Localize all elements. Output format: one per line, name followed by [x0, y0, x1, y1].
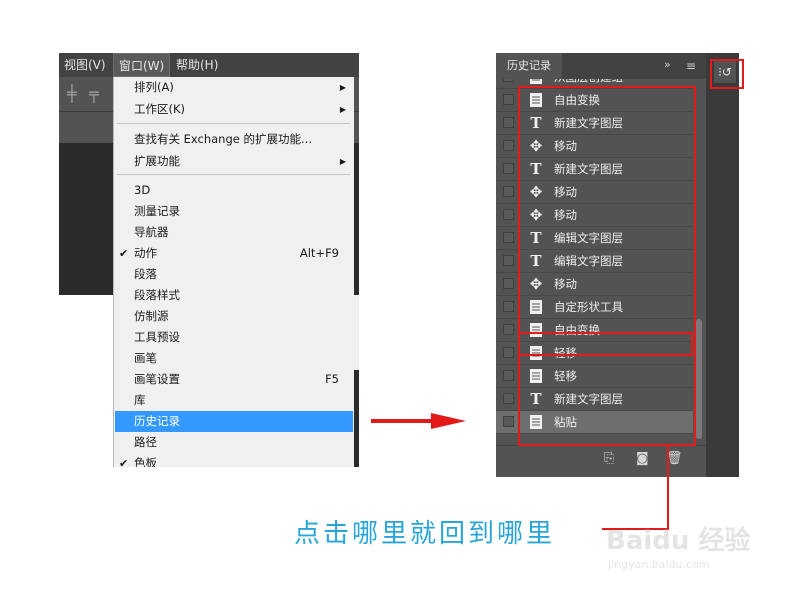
- snapshot-source-checkbox[interactable]: [503, 186, 514, 197]
- snapshot-source-checkbox[interactable]: [503, 347, 514, 358]
- menu-item-label: 段落样式: [134, 288, 180, 302]
- snapshot-source-checkbox[interactable]: [503, 94, 514, 105]
- menu-item-label: 测量记录: [134, 204, 180, 218]
- highlight-box-panel-button: [710, 59, 744, 89]
- menu-item-label: 工具预设: [134, 330, 180, 344]
- snapshot-source-checkbox[interactable]: [503, 255, 514, 266]
- snapshot-camera-icon[interactable]: ◙: [636, 451, 649, 466]
- tab-history[interactable]: 历史记录: [496, 53, 562, 79]
- scrollbar-thumb[interactable]: [696, 319, 702, 439]
- photoshop-window-menu-screenshot: 视图(V) 窗口(W) 帮助(H) ╪ ╤ 排列(A) ▶ 工作区(K) ▶ 查找有关 Ex…: [59, 53, 359, 467]
- menu-item-label: 查找有关 Exchange 的扩展功能...: [134, 132, 312, 146]
- window-dropdown-menu: 排列(A) ▶ 工作区(K) ▶ 查找有关 Exchange 的扩展功能... 扩展功能 ▶…: [113, 77, 354, 467]
- menu-item[interactable]: 导航器: [115, 222, 353, 243]
- snapshot-source-checkbox[interactable]: [503, 301, 514, 312]
- menu-item-label: 历史记录: [134, 414, 180, 428]
- panel-menu-icon[interactable]: ≡: [686, 59, 696, 73]
- snapshot-source-checkbox[interactable]: [503, 324, 514, 335]
- snapshot-source-checkbox[interactable]: [503, 232, 514, 243]
- menu-item-label: 3D: [134, 183, 151, 197]
- snapshot-source-checkbox[interactable]: [503, 79, 514, 82]
- history-scrollbar[interactable]: [695, 79, 704, 445]
- menubar-item-1[interactable]: 窗口(W): [113, 53, 171, 77]
- snapshot-source-checkbox[interactable]: [503, 393, 514, 404]
- submenu-arrow-icon: ▶: [339, 105, 346, 114]
- snapshot-source-checkbox[interactable]: [503, 209, 514, 220]
- menu-item[interactable]: 排列(A) ▶: [115, 77, 353, 98]
- menu-item-shortcut: F5: [325, 372, 339, 386]
- menu-item[interactable]: 3D: [115, 180, 353, 201]
- baidu-watermark: Baidu 经验 jingyan.baidu.com: [606, 508, 750, 578]
- menu-item-label: 工作区(K): [134, 102, 186, 116]
- workspace-dark-area: [59, 143, 113, 295]
- menu-item-label: 画笔: [134, 351, 157, 365]
- menubar-item-0[interactable]: 视图(V): [59, 53, 111, 77]
- canvas-area: [59, 295, 113, 467]
- menu-item[interactable]: 路径: [115, 432, 353, 453]
- checkmark-icon: ✔: [119, 247, 129, 260]
- snapshot-source-checkbox[interactable]: [503, 416, 514, 427]
- snapshot-source-checkbox[interactable]: [503, 278, 514, 289]
- new-document-from-state-icon[interactable]: ⎘: [604, 451, 614, 466]
- panel-header: 历史记录 » ≡: [496, 53, 706, 79]
- highlight-box-history-item: [518, 332, 693, 356]
- menu-item-label: 路径: [134, 435, 157, 449]
- menubar-item-2[interactable]: 帮助(H): [171, 53, 223, 77]
- menu-item[interactable]: 段落: [115, 264, 353, 285]
- watermark-url: jingyan.baidu.com: [608, 558, 710, 571]
- menu-item-label: 画笔设置: [134, 372, 180, 386]
- expand-panels-icon[interactable]: »: [664, 58, 671, 71]
- menu-item[interactable]: 测量记录: [115, 201, 353, 222]
- menu-item[interactable]: ✔ 动作 Alt+F9: [115, 243, 353, 264]
- menu-item[interactable]: 画笔设置 F5: [115, 369, 353, 390]
- submenu-arrow-icon: ▶: [339, 83, 346, 92]
- menu-item-label: 排列(A): [134, 80, 174, 94]
- menu-item[interactable]: 库: [115, 390, 353, 411]
- menu-item-label: 仿制源: [134, 309, 169, 323]
- snapshot-source-checkbox[interactable]: [503, 140, 514, 151]
- highlight-box-history-list: [518, 86, 696, 446]
- panel-footer: ⎘ ◙ 🗑: [496, 445, 706, 472]
- menu-separator: [117, 123, 350, 124]
- submenu-arrow-icon: ▶: [339, 157, 346, 166]
- watermark-brand: Baidu 经验: [606, 526, 751, 556]
- menu-item[interactable]: 段落样式: [115, 285, 353, 306]
- align-icon[interactable]: ╪: [67, 84, 77, 103]
- menu-item[interactable]: 仿制源: [115, 306, 353, 327]
- caption-text: 点击哪里就回到哪里: [294, 519, 556, 549]
- checkmark-icon: ✔: [119, 457, 129, 467]
- menu-item-label: 导航器: [134, 225, 169, 239]
- menu-item[interactable]: 画笔: [115, 348, 353, 369]
- snapshot-source-checkbox[interactable]: [503, 163, 514, 174]
- snapshot-source-checkbox[interactable]: [503, 370, 514, 381]
- distribute-icon[interactable]: ╤: [89, 84, 99, 103]
- menu-item-label: 库: [134, 393, 146, 407]
- menu-item-shortcut: Alt+F9: [299, 246, 339, 260]
- menu-item-label: 动作: [134, 246, 157, 260]
- menu-bar: 视图(V) 窗口(W) 帮助(H): [59, 53, 359, 77]
- menu-item[interactable]: 查找有关 Exchange 的扩展功能...: [115, 129, 353, 150]
- menu-item-label: 色板: [134, 456, 157, 467]
- menu-item-label: 段落: [134, 267, 157, 281]
- menu-item[interactable]: 工具预设: [115, 327, 353, 348]
- menu-item[interactable]: 工作区(K) ▶: [115, 99, 353, 120]
- menu-item[interactable]: ✔ 色板: [115, 453, 353, 467]
- menu-separator: [117, 174, 350, 175]
- red-arrow-icon: [371, 413, 466, 429]
- menu-item[interactable]: 扩展功能 ▶: [115, 151, 353, 172]
- snapshot-source-checkbox[interactable]: [503, 117, 514, 128]
- collapsed-panel-dock: ⁝↺: [706, 53, 739, 477]
- menu-item-label: 扩展功能: [134, 154, 180, 168]
- menu-item[interactable]: 历史记录: [115, 411, 353, 432]
